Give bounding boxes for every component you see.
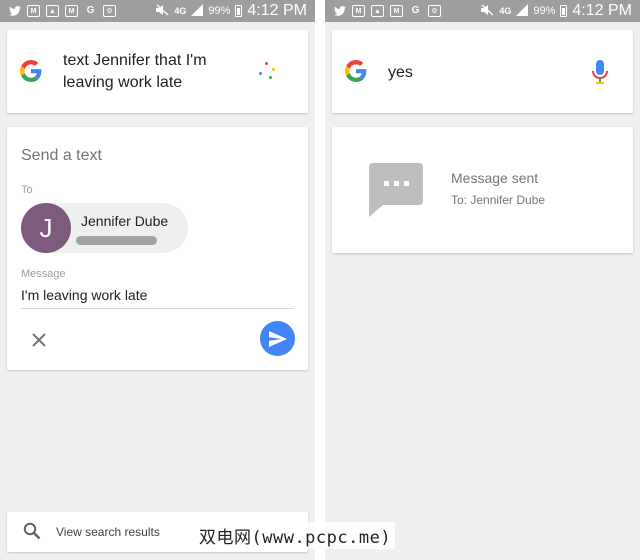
message-sent-card: Message sent To: Jennifer Dube [332, 127, 633, 253]
close-icon [32, 333, 46, 347]
watermark: 双电网(www.pcpc.me) [195, 522, 396, 549]
image-icon: ▲ [46, 5, 59, 17]
gmail-icon: M [27, 5, 40, 17]
notification-icons: M ▲ M G ⚙ [8, 5, 116, 17]
network-type: 4G [174, 6, 187, 16]
sent-title: Message sent [451, 170, 539, 186]
google-logo-icon [345, 60, 367, 82]
battery-icon [560, 5, 568, 17]
battery-icon [235, 5, 243, 17]
gmail-icon: M [390, 5, 403, 17]
status-right: 4G 99% 4:12 PM [156, 2, 307, 20]
send-icon [268, 330, 287, 347]
contact-name: Jennifer Dube [81, 213, 169, 229]
microphone-icon[interactable] [591, 60, 609, 86]
send-text-card: Send a text To J Jennifer Dube Message I… [7, 127, 308, 370]
image-icon: ▲ [371, 5, 384, 17]
search-icon [23, 522, 41, 540]
listening-dots-icon [258, 62, 276, 80]
battery-percent: 99% [208, 5, 231, 17]
settings-icon: ⚙ [103, 5, 116, 17]
notification-icons: M ▲ M G ⚙ [333, 5, 441, 17]
left-screen: M ▲ M G ⚙ 4G 99% 4:12 PM text Jennifer t… [0, 0, 315, 560]
to-label: To [21, 184, 33, 196]
sent-recipient: To: Jennifer Dube [451, 193, 546, 207]
gmail-icon: M [65, 5, 78, 17]
gmail-icon: M [352, 5, 365, 17]
message-underline [21, 308, 294, 309]
google-icon: G [86, 5, 95, 16]
card-title: Send a text [21, 147, 102, 164]
message-bubble-icon [369, 163, 423, 217]
clock: 4:12 PM [247, 2, 307, 19]
message-field[interactable]: I'm leaving work late [21, 287, 147, 303]
redacted-phone-number [76, 236, 157, 245]
mute-icon [156, 4, 169, 19]
network-type: 4G [499, 6, 512, 16]
right-screen: M ▲ M G ⚙ 4G 99% 4:12 PM yes Message sen… [325, 0, 640, 560]
query-card[interactable]: yes [332, 30, 633, 113]
google-icon: G [411, 5, 420, 16]
battery-percent: 99% [533, 5, 556, 17]
settings-icon: ⚙ [428, 5, 441, 17]
contact-chip[interactable]: J Jennifer Dube [21, 203, 188, 253]
google-logo-icon [20, 60, 42, 82]
signal-icon [516, 3, 529, 19]
cancel-button[interactable] [27, 328, 51, 352]
clock: 4:12 PM [572, 2, 632, 19]
signal-icon [191, 3, 204, 19]
status-bar: M ▲ M G ⚙ 4G 99% 4:12 PM [325, 0, 640, 22]
avatar: J [21, 203, 71, 253]
query-card[interactable]: text Jennifer that I'm leaving work late [7, 30, 308, 113]
query-text: text Jennifer that I'm leaving work late [63, 52, 207, 91]
twitter-icon [8, 5, 21, 17]
query-text: yes [388, 64, 413, 81]
status-bar: M ▲ M G ⚙ 4G 99% 4:12 PM [0, 0, 315, 22]
mute-icon [481, 4, 494, 19]
send-button[interactable] [260, 321, 295, 356]
twitter-icon [333, 5, 346, 17]
message-label: Message [21, 268, 66, 280]
search-results-label: View search results [56, 525, 160, 539]
status-right: 4G 99% 4:12 PM [481, 2, 632, 20]
